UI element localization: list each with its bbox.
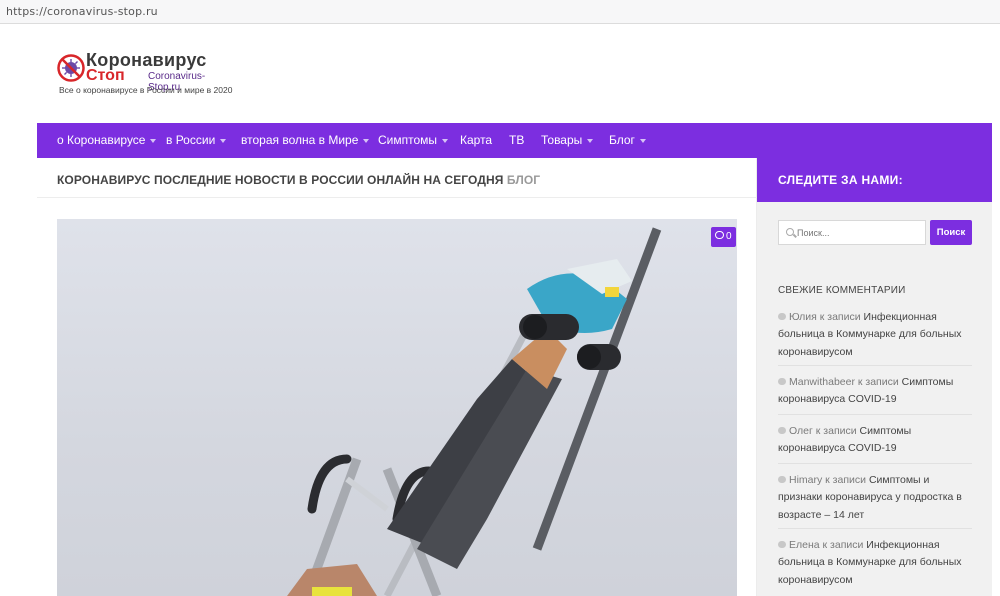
follow-us-title: СЛЕДИТЕ ЗА НАМИ:: [778, 173, 903, 187]
comment-icon: [715, 231, 724, 239]
site-header: Коронавирус Стоп Coronavirus-Stop.ru Все…: [0, 25, 1000, 123]
sidebar: СЛЕДИТЕ ЗА НАМИ: Поиск СВЕЖИЕ КОММЕНТАРИ…: [757, 158, 992, 596]
main-nav: о Коронавирусе в России вторая волна в М…: [37, 123, 992, 158]
comment-author: Олег: [789, 425, 813, 437]
recent-comments-title: СВЕЖИЕ КОММЕНТАРИИ: [778, 285, 906, 296]
logo-subtitle: Стоп: [86, 67, 125, 84]
nav-item-russia[interactable]: в России: [166, 133, 227, 147]
divider: [778, 365, 972, 366]
comment-bubble-icon: [778, 313, 786, 320]
recent-comment-item: Manwithabeer к записи Симптомы коронавир…: [778, 374, 973, 409]
search-field-wrapper: [778, 220, 926, 245]
category-link[interactable]: Блог: [507, 173, 540, 187]
divider: [778, 528, 972, 529]
virus-stop-icon: [57, 54, 85, 82]
nav-item-second-wave[interactable]: вторая волна в Мире: [241, 133, 370, 147]
comment-author: Юлия: [789, 311, 817, 323]
comment-author: Himary: [789, 474, 823, 486]
comment-author: Manwithabeer: [789, 376, 855, 388]
nav-item-about-coronavirus[interactable]: о Коронавирусе: [57, 133, 157, 147]
post-featured-image[interactable]: [57, 219, 737, 596]
divider: [778, 463, 972, 464]
recent-comment-item: Himary к записи Симптомы и признаки коро…: [778, 472, 973, 524]
search-icon: [786, 228, 794, 236]
comment-connector: к записи: [815, 425, 857, 437]
address-bar[interactable]: https://coronavirus-stop.ru: [0, 0, 1000, 24]
comment-bubble-icon: [778, 378, 786, 385]
search-button[interactable]: Поиск: [930, 220, 972, 245]
chevron-down-icon: [587, 138, 594, 143]
comment-connector: к записи: [822, 539, 864, 551]
nav-item-products[interactable]: Товары: [541, 133, 594, 147]
divider: [778, 414, 972, 415]
recent-comment-item: Олег к записи Симптомы коронавируса COVI…: [778, 423, 973, 458]
nav-item-symptoms[interactable]: Симптомы: [378, 133, 449, 147]
comment-bubble-icon: [778, 541, 786, 548]
comment-connector: к записи: [857, 376, 899, 388]
nav-item-map[interactable]: Карта: [460, 133, 492, 147]
comment-count: 0: [726, 231, 732, 242]
comment-bubble-icon: [778, 476, 786, 483]
chevron-down-icon: [150, 138, 157, 143]
chevron-down-icon: [639, 138, 646, 143]
page-heading-bar: Коронавирус последние новости в России о…: [37, 158, 757, 198]
chevron-down-icon: [220, 138, 227, 143]
url-text[interactable]: https://coronavirus-stop.ru: [6, 5, 158, 18]
recent-comment-item: Елена к записи Инфекционная больница в К…: [778, 537, 973, 589]
site-logo[interactable]: Коронавирус Стоп Coronavirus-Stop.ru Все…: [57, 50, 232, 100]
site-tagline: Все о коронавирусе в России и мире в 202…: [59, 85, 233, 95]
comment-connector: к записи: [819, 311, 861, 323]
comment-bubble-icon: [778, 427, 786, 434]
comment-count-badge[interactable]: 0: [711, 227, 736, 247]
chevron-down-icon: [363, 138, 370, 143]
comment-author: Елена: [789, 539, 820, 551]
page-title: Коронавирус последние новости в России о…: [57, 173, 540, 187]
nav-item-blog[interactable]: Блог: [609, 133, 646, 147]
nav-item-tv[interactable]: ТВ: [509, 133, 524, 147]
page-title-text: Коронавирус последние новости в России о…: [57, 173, 504, 187]
search-input[interactable]: [797, 224, 922, 242]
inversion-table-photo: [287, 227, 662, 596]
follow-us-header: СЛЕДИТЕ ЗА НАМИ:: [757, 158, 992, 202]
chevron-down-icon: [442, 138, 449, 143]
comment-connector: к записи: [825, 474, 867, 486]
recent-comment-item: Юлия к записи Инфекционная больница в Ко…: [778, 309, 973, 361]
